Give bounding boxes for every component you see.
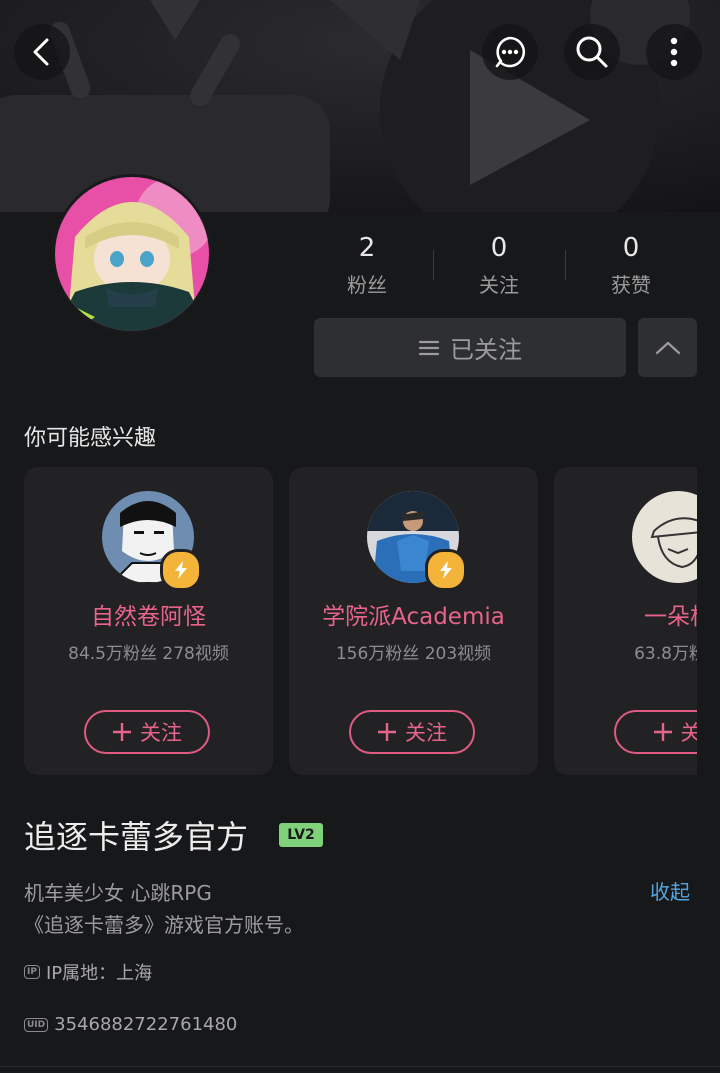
following-count: 0 (490, 233, 508, 263)
search-button[interactable] (564, 24, 620, 80)
divider (0, 1066, 720, 1067)
plus-icon (653, 723, 672, 741)
follow-button[interactable]: 关注 (84, 710, 210, 754)
follow-label: 关 (680, 721, 698, 745)
recommend-meta: 63.8万粉丝 (634, 644, 697, 664)
follow-label: 关注 (140, 721, 182, 745)
avatar-image (55, 177, 209, 331)
recommend-meta: 84.5万粉丝 278视频 (68, 644, 229, 664)
uid-value[interactable]: 3546882722761480 (54, 1014, 237, 1035)
recommend-name[interactable]: 一朵杈 (554, 597, 697, 631)
verified-badge (425, 549, 467, 591)
recommend-name[interactable]: 学院派Academia (289, 597, 538, 631)
bio-line: 机车美少女 心跳RPG (24, 881, 212, 905)
recommend-title: 你可能感兴趣 (24, 426, 157, 451)
ip-location-row: IP IP属地：上海 (24, 959, 152, 985)
fans-label: 粉丝 (347, 273, 387, 297)
ip-icon: IP (24, 965, 40, 979)
lightning-icon (175, 561, 187, 579)
chevron-up-icon (655, 341, 680, 354)
plus-icon (113, 723, 131, 741)
recommend-card[interactable]: 一朵杈 63.8万粉丝 关 (554, 467, 697, 775)
fans-stat[interactable]: 2 粉丝 (312, 230, 422, 300)
recommend-card[interactable]: 学院派Academia 156万粉丝 203视频 关注 (289, 467, 538, 775)
channel-name: 追逐卡蕾多官方 (24, 818, 249, 856)
lightning-icon (440, 561, 452, 579)
likes-label: 获赞 (611, 273, 651, 297)
level-badge: LV2 (279, 823, 323, 847)
stat-divider (565, 250, 566, 280)
recommend-meta: 156万粉丝 203视频 (335, 644, 492, 664)
avatar-image (632, 491, 697, 583)
chat-bubble-icon (495, 36, 526, 68)
search-icon (576, 36, 608, 68)
expand-recommend-button[interactable] (638, 318, 697, 377)
plus-icon (378, 723, 396, 741)
follow-button[interactable]: 关注 (349, 710, 475, 754)
back-button[interactable] (14, 24, 70, 80)
fans-count: 2 (358, 233, 376, 263)
menu-lines-icon (418, 340, 440, 355)
uid-row[interactable]: UID 3546882722761480 (24, 1014, 237, 1035)
bio-line: 《追逐卡蕾多》游戏官方账号。 (24, 913, 304, 937)
verified-badge (160, 549, 202, 591)
collapse-bio-link[interactable]: 收起 (650, 876, 690, 905)
recommend-card[interactable]: 自然卷阿怪 84.5万粉丝 278视频 关注 (24, 467, 273, 775)
following-stat[interactable]: 0 关注 (444, 230, 554, 300)
ip-location: IP属地：上海 (45, 963, 153, 984)
more-vertical-icon (670, 37, 678, 67)
recommend-list[interactable]: 自然卷阿怪 84.5万粉丝 278视频 关注 学院派Academia 156万粉… (0, 467, 697, 775)
likes-stat[interactable]: 0 获赞 (576, 230, 686, 300)
recommend-name[interactable]: 自然卷阿怪 (24, 597, 273, 631)
follow-button[interactable]: 关 (614, 710, 697, 754)
uid-icon: UID (24, 1017, 49, 1032)
followed-button[interactable]: 已关注 (314, 318, 626, 377)
stat-divider (433, 250, 434, 280)
followed-label: 已关注 (450, 336, 522, 364)
likes-count: 0 (622, 233, 640, 263)
chevron-left-icon (33, 38, 49, 66)
recommend-avatar[interactable] (632, 491, 697, 583)
profile-avatar[interactable] (52, 174, 212, 334)
follow-label: 关注 (405, 721, 447, 745)
message-button[interactable] (482, 24, 538, 80)
more-button[interactable] (646, 24, 702, 80)
following-label: 关注 (479, 273, 519, 297)
